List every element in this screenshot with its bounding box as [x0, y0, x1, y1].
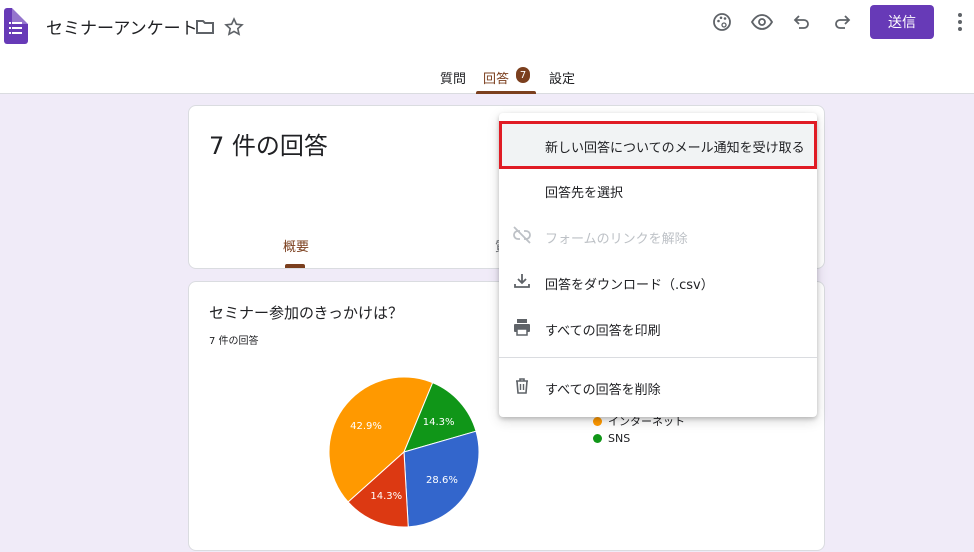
menu-item-email-notifications[interactable]: 新しい回答についてのメール通知を受け取る: [499, 122, 817, 168]
menu-item-unlink-form: フォームのリンクを解除: [499, 213, 817, 259]
question-response-count: 7 件の回答: [209, 336, 259, 347]
menu-item-select-destination[interactable]: 回答先を選択: [499, 167, 817, 213]
send-button[interactable]: 送信: [870, 5, 934, 39]
folder-icon[interactable]: [191, 13, 219, 41]
undo-icon[interactable]: [788, 8, 816, 36]
form-tabs: 質問 回答 7 設定: [0, 60, 974, 94]
palette-icon[interactable]: [708, 8, 736, 36]
tab-summary[interactable]: 概要: [283, 236, 309, 255]
tab-responses[interactable]: 回答: [483, 68, 509, 87]
active-tab-indicator: [476, 91, 536, 94]
pie-slice-label: 42.9%: [350, 421, 382, 432]
forms-app-icon[interactable]: [4, 8, 28, 44]
menu-item-print-all[interactable]: すべての回答を印刷: [499, 305, 817, 351]
menu-item-label: すべての回答を印刷: [545, 324, 661, 339]
summary-tab-indicator: [285, 264, 305, 268]
menu-item-delete-all[interactable]: すべての回答を削除: [499, 364, 817, 410]
preview-eye-icon[interactable]: [748, 8, 776, 36]
legend-color-swatch: [593, 416, 602, 426]
more-vert-icon[interactable]: [946, 8, 974, 36]
pie-slice-label: 28.6%: [426, 475, 458, 486]
legend-color-swatch: [593, 434, 602, 443]
link-off-icon: [512, 225, 532, 245]
tab-settings[interactable]: 設定: [549, 68, 575, 87]
tab-questions[interactable]: 質問: [440, 68, 466, 87]
menu-item-download-csv[interactable]: 回答をダウンロード（.csv）: [499, 259, 817, 305]
menu-item-label: 回答先を選択: [545, 186, 624, 201]
response-count-badge: 7: [516, 67, 530, 83]
trash-icon: [512, 376, 532, 396]
pie-slice-label: 14.3%: [423, 417, 455, 428]
response-count-title: 7 件の回答: [209, 132, 328, 160]
menu-item-label: フォームのリンクを解除: [545, 232, 688, 247]
menu-item-label: すべての回答を削除: [545, 383, 661, 398]
top-bar: セミナーアンケート 送信 質問 回答 7 設定: [0, 0, 974, 94]
question-title: セミナー参加のきっかけは？: [209, 304, 403, 322]
legend-label: SNS: [608, 432, 631, 445]
star-icon[interactable]: [220, 13, 248, 41]
legend-item-sns: SNS: [593, 432, 630, 445]
pie-chart: 42.9% 14.3% 28.6% 14.3%: [328, 376, 480, 528]
menu-divider: [499, 357, 817, 358]
download-icon: [512, 271, 532, 291]
document-title[interactable]: セミナーアンケート: [46, 14, 198, 39]
responses-more-menu: 新しい回答についてのメール通知を受け取る 回答先を選択 フォームのリンクを解除 …: [499, 113, 817, 417]
menu-item-label: 回答をダウンロード（.csv）: [545, 278, 714, 293]
print-icon: [512, 317, 532, 337]
redo-icon[interactable]: [828, 8, 856, 36]
menu-item-label: 新しい回答についてのメール通知を受け取る: [545, 141, 805, 156]
pie-slice-label: 14.3%: [370, 491, 402, 502]
